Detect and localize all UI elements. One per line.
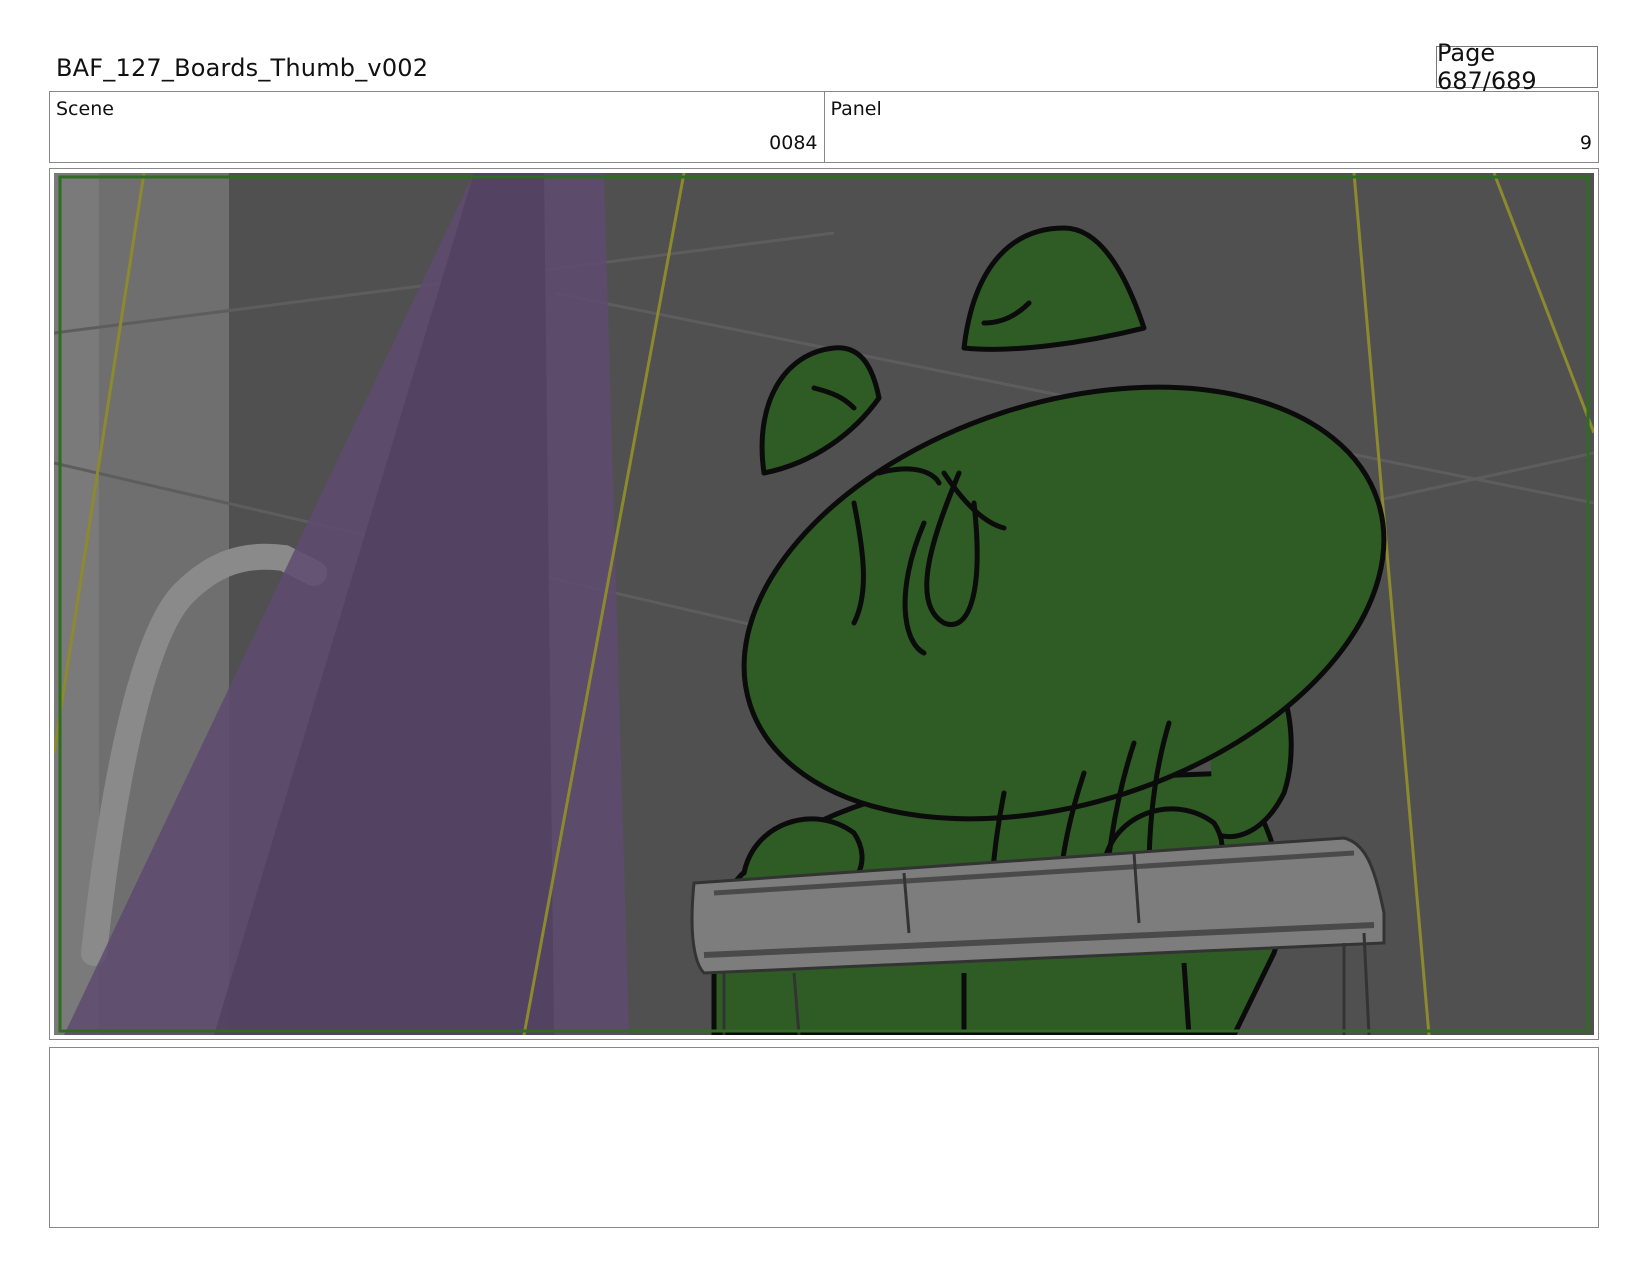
- scene-value: 0084: [769, 132, 818, 154]
- panel-cell: Panel 9: [823, 92, 1599, 162]
- storyboard-frame: [49, 168, 1599, 1040]
- storyboard-drawing: [54, 173, 1594, 1035]
- info-row: Scene 0084 Panel 9: [49, 91, 1599, 163]
- scene-label: Scene: [56, 98, 114, 120]
- notes-box: [49, 1047, 1599, 1228]
- panel-label: Panel: [830, 98, 882, 120]
- document-title: BAF_127_Boards_Thumb_v002: [56, 54, 429, 82]
- scene-cell: Scene 0084: [50, 92, 824, 162]
- panel-value: 9: [1579, 132, 1592, 154]
- page-number: Page 687/689: [1436, 39, 1598, 95]
